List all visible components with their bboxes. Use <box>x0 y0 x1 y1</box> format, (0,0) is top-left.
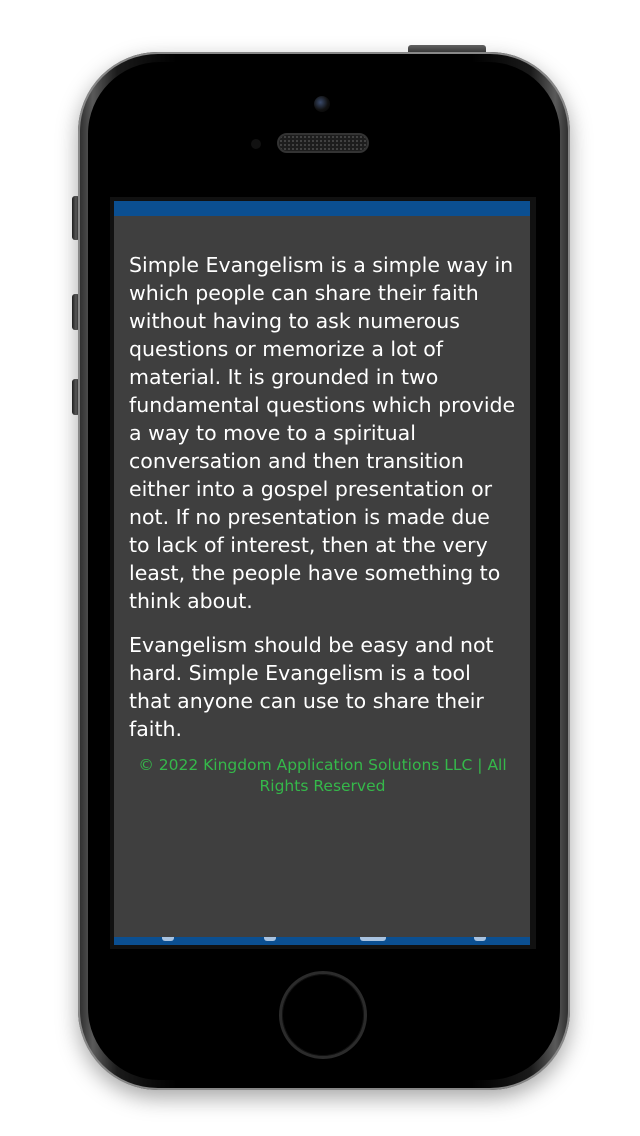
app-screen: Simple Evangelism is a simple way in whi… <box>110 197 536 949</box>
about-paragraph-2: Evangelism should be easy and not hard. … <box>129 633 494 741</box>
about-paragraph-1: Simple Evangelism is a simple way in whi… <box>129 253 516 613</box>
app-content-area: Simple Evangelism is a simple way in whi… <box>114 201 530 945</box>
speaker-grille-icon <box>277 133 369 153</box>
top-header-bar <box>114 201 530 216</box>
copyright-notice: © 2022 Kingdom Application Solutions LLC… <box>138 756 507 795</box>
proximity-sensor <box>251 139 261 149</box>
tab-hint-1[interactable] <box>162 937 174 941</box>
device-mockup: Simple Evangelism is a simple way in whi… <box>0 0 640 1136</box>
tab-hint-3[interactable] <box>360 937 386 941</box>
bottom-tab-bar[interactable] <box>114 937 530 945</box>
home-button-icon[interactable] <box>279 971 367 1059</box>
tab-hint-4[interactable] <box>474 937 486 941</box>
about-content: Simple Evangelism is a simple way in whi… <box>129 251 516 797</box>
camera-icon <box>314 96 330 112</box>
tab-hint-2[interactable] <box>264 937 276 941</box>
